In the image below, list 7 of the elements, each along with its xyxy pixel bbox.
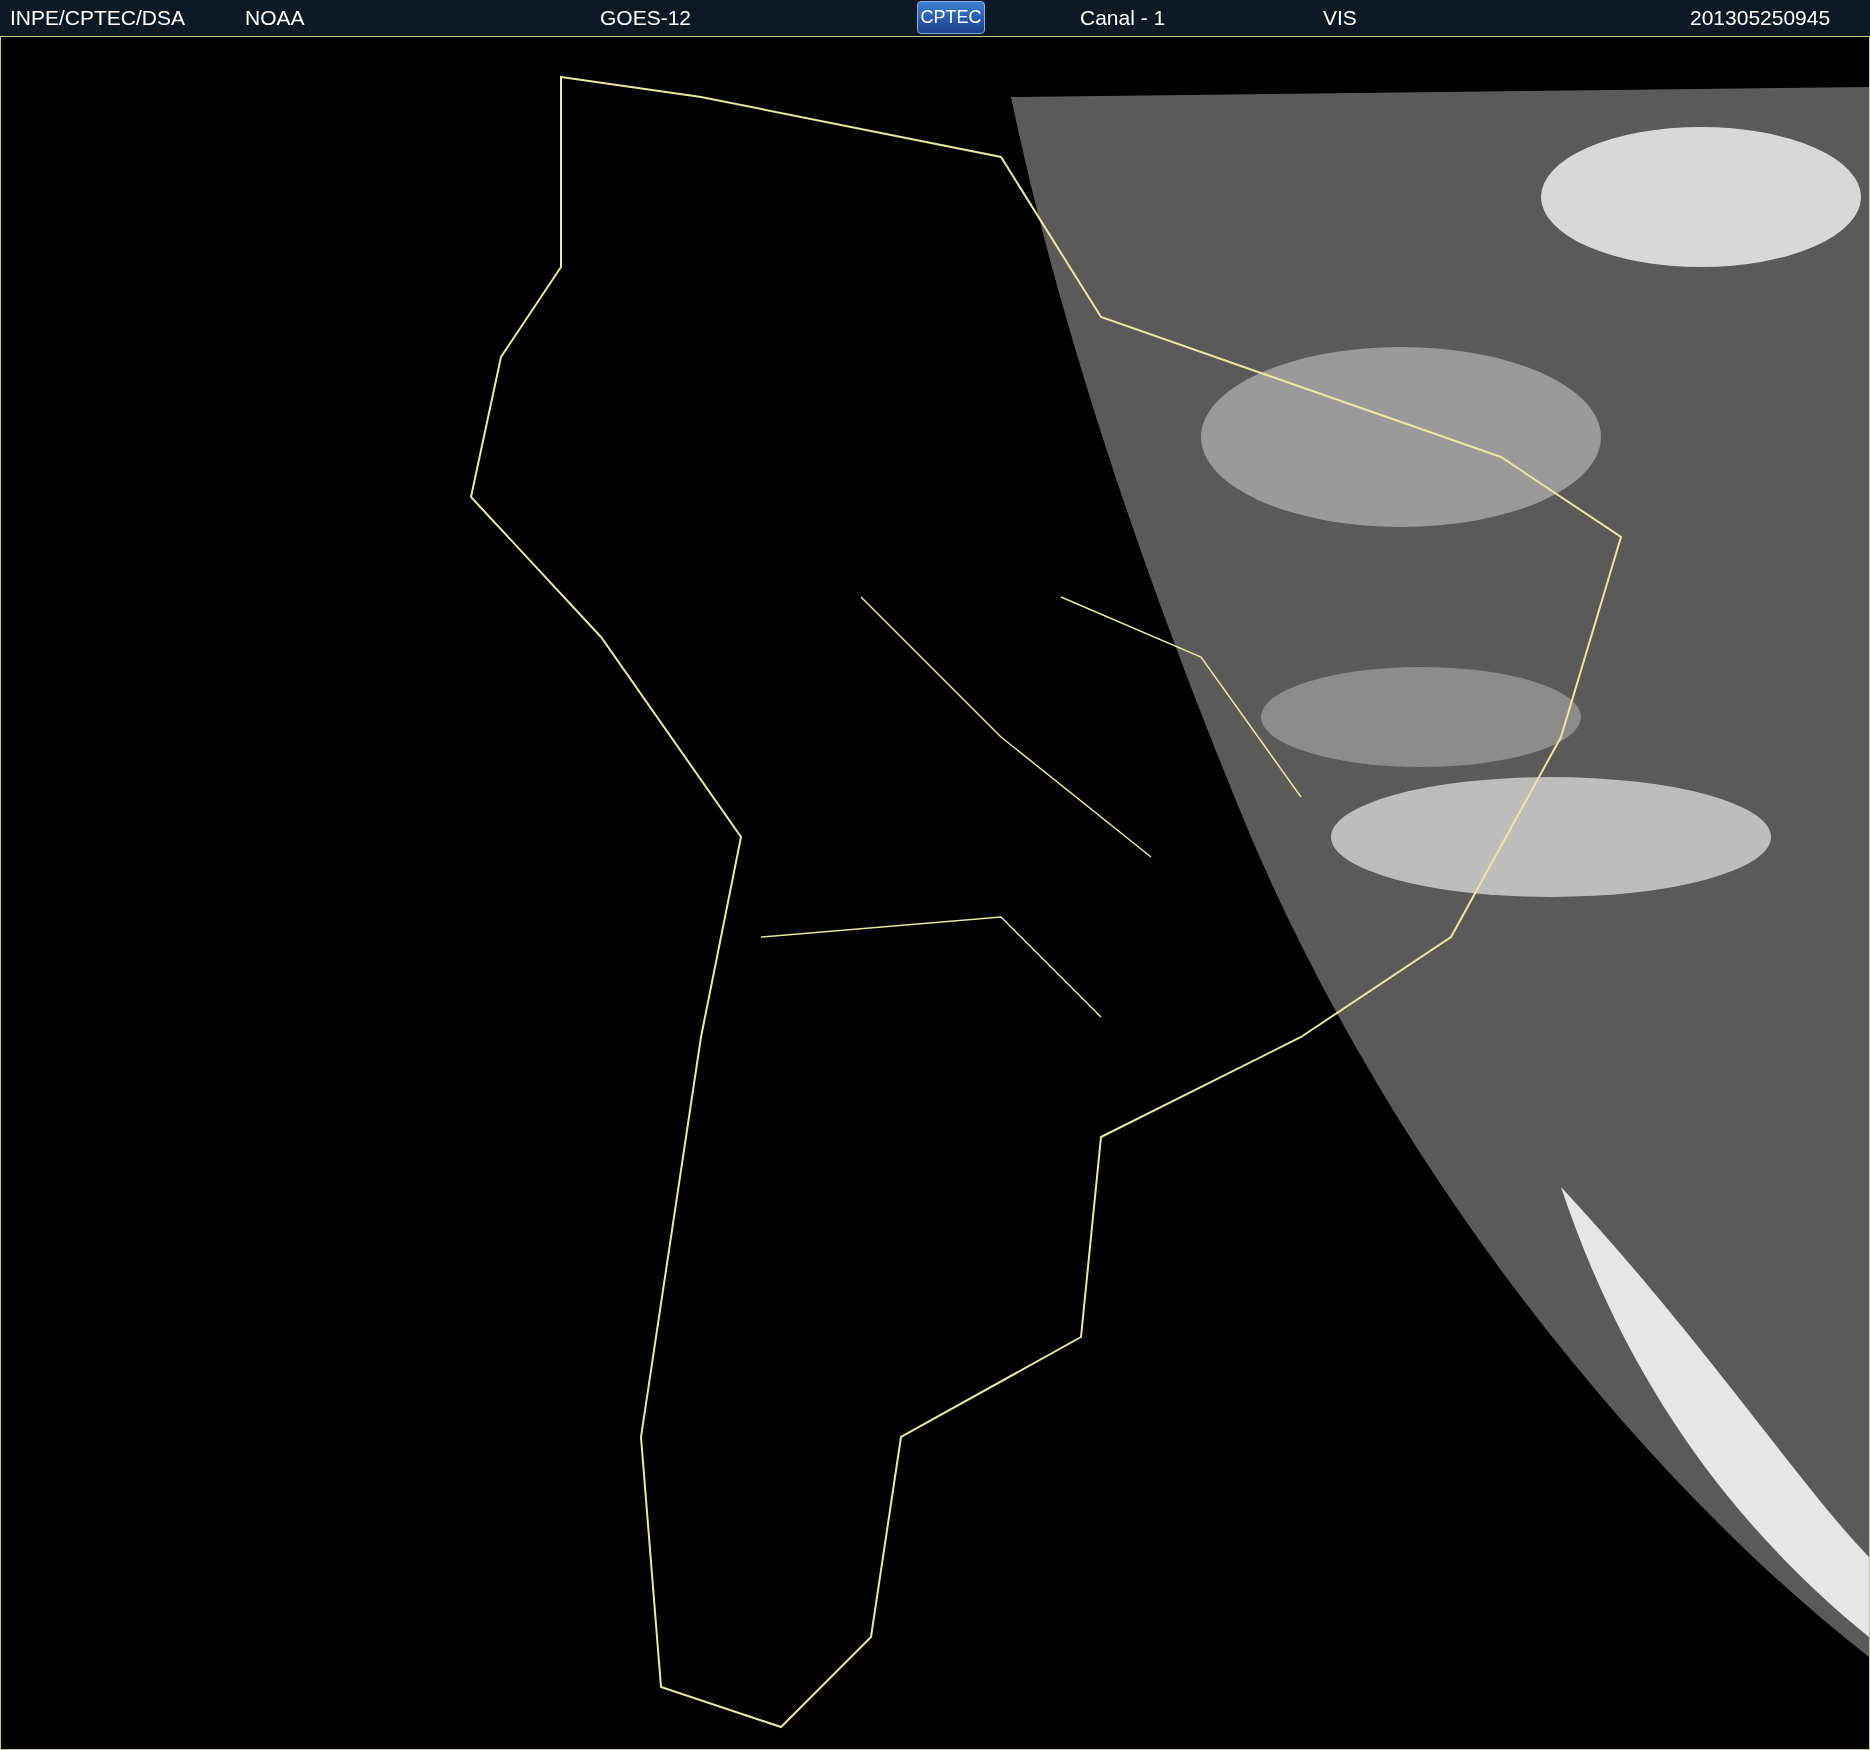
cptec-logo: CPTEC	[917, 1, 985, 34]
source-label: NOAA	[245, 6, 305, 30]
timestamp-label: 201305250945	[1690, 6, 1831, 30]
satellite-label: GOES-12	[600, 6, 692, 30]
channel-label: Canal - 1	[1080, 6, 1166, 30]
agency-label: INPE/CPTEC/DSA	[10, 6, 186, 30]
band-label: VIS	[1323, 6, 1357, 30]
